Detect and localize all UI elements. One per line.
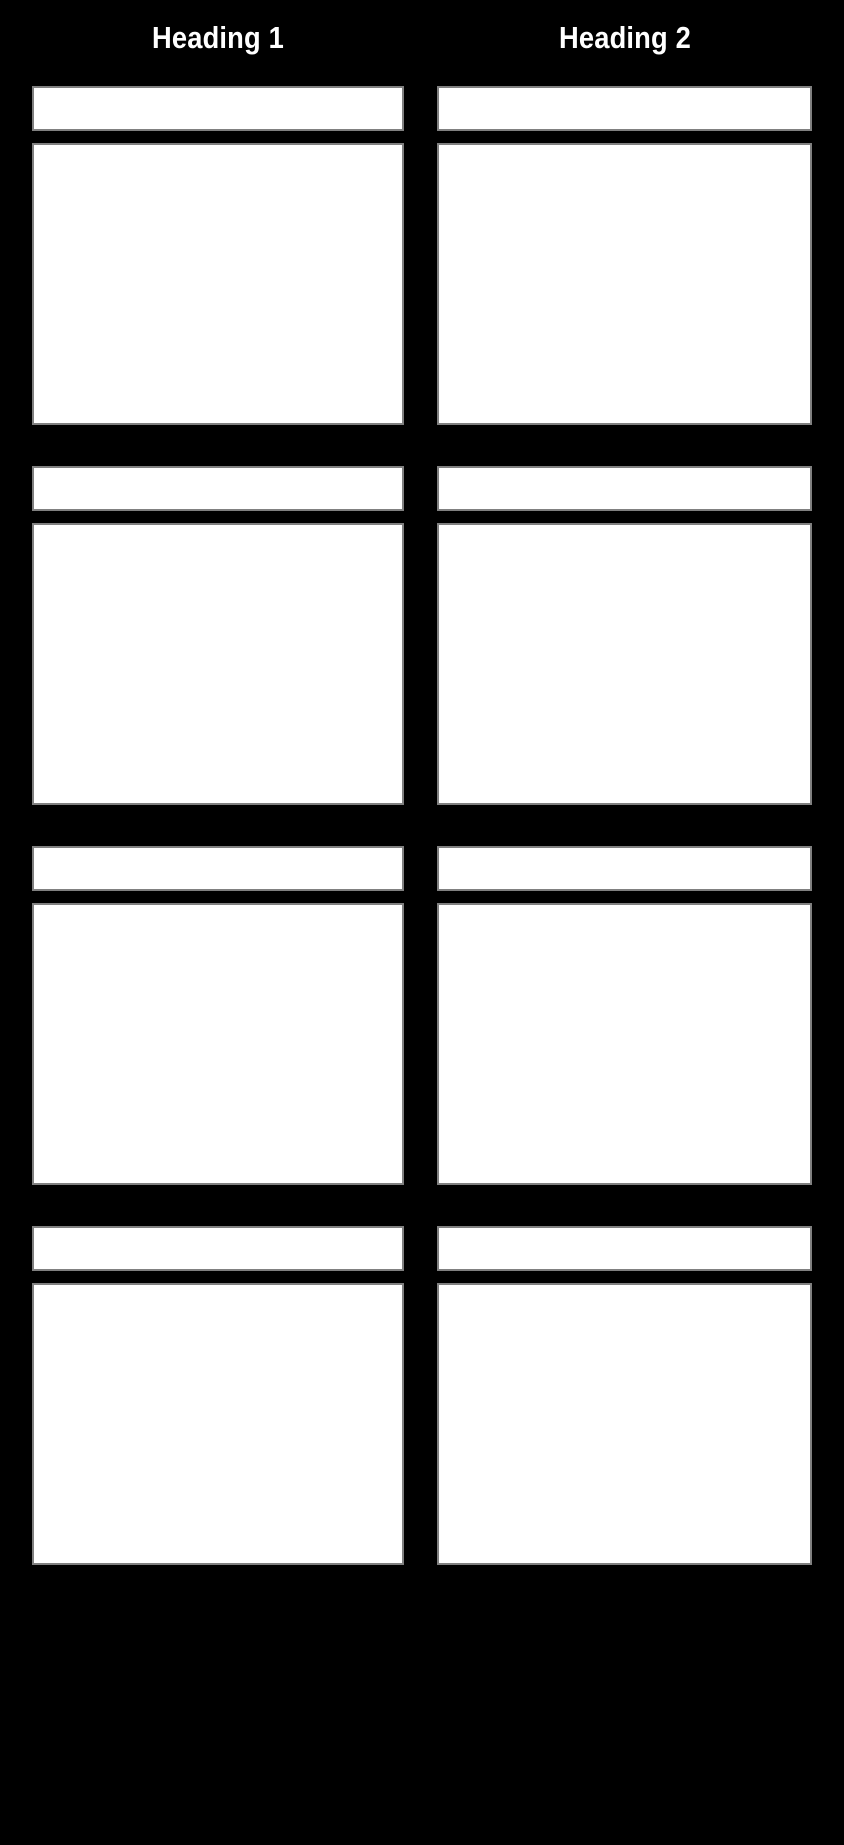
column-gap [404, 846, 437, 1185]
column-gap [404, 86, 437, 425]
cell-content-box-r2c2[interactable] [437, 523, 812, 805]
cell-content-text-r2c1[interactable] [34, 525, 402, 537]
column-heading-gap [404, 0, 437, 76]
storyboard-template: Heading 1 Heading 2 [0, 0, 844, 1845]
column-gap [404, 1226, 437, 1565]
storyboard-row [32, 846, 812, 1185]
storyboard-cell-r4c1[interactable] [32, 1226, 404, 1565]
cell-content-text-r1c1[interactable] [34, 145, 402, 157]
storyboard-grid [32, 86, 812, 1565]
cell-title-box-r3c2[interactable] [437, 846, 812, 891]
cell-title-text-r3c1[interactable] [34, 848, 402, 856]
storyboard-row [32, 1226, 812, 1565]
cell-content-text-r2c2[interactable] [439, 525, 810, 537]
cell-content-text-r3c2[interactable] [439, 905, 810, 917]
cell-title-text-r4c2[interactable] [439, 1228, 810, 1236]
column-heading-1-label: Heading 1 [152, 20, 284, 55]
cell-content-box-r4c1[interactable] [32, 1283, 404, 1565]
cell-title-text-r1c1[interactable] [34, 88, 402, 96]
column-heading-2-label: Heading 2 [558, 20, 691, 55]
cell-content-box-r3c2[interactable] [437, 903, 812, 1185]
storyboard-cell-r1c2[interactable] [437, 86, 812, 425]
cell-title-text-r2c2[interactable] [439, 468, 810, 476]
cell-content-box-r1c1[interactable] [32, 143, 404, 425]
column-gap [404, 466, 437, 805]
cell-title-box-r2c1[interactable] [32, 466, 404, 511]
column-heading-2: Heading 2 [437, 0, 812, 76]
cell-content-box-r1c2[interactable] [437, 143, 812, 425]
cell-content-box-r4c2[interactable] [437, 1283, 812, 1565]
storyboard-cell-r2c2[interactable] [437, 466, 812, 805]
storyboard-row [32, 86, 812, 425]
column-heading-1: Heading 1 [32, 0, 404, 76]
cell-content-text-r4c2[interactable] [439, 1285, 810, 1297]
cell-title-box-r4c2[interactable] [437, 1226, 812, 1271]
cell-content-box-r3c1[interactable] [32, 903, 404, 1185]
column-headings-row: Heading 1 Heading 2 [32, 0, 812, 76]
cell-title-box-r1c2[interactable] [437, 86, 812, 131]
storyboard-cell-r1c1[interactable] [32, 86, 404, 425]
cell-title-box-r3c1[interactable] [32, 846, 404, 891]
cell-content-text-r3c1[interactable] [34, 905, 402, 917]
cell-title-box-r4c1[interactable] [32, 1226, 404, 1271]
storyboard-cell-r4c2[interactable] [437, 1226, 812, 1565]
cell-title-text-r2c1[interactable] [34, 468, 402, 476]
cell-title-text-r1c2[interactable] [439, 88, 810, 96]
cell-title-text-r4c1[interactable] [34, 1228, 402, 1236]
cell-content-box-r2c1[interactable] [32, 523, 404, 805]
storyboard-row [32, 466, 812, 805]
cell-title-box-r1c1[interactable] [32, 86, 404, 131]
cell-title-box-r2c2[interactable] [437, 466, 812, 511]
cell-title-text-r3c2[interactable] [439, 848, 810, 856]
cell-content-text-r4c1[interactable] [34, 1285, 402, 1297]
storyboard-cell-r3c1[interactable] [32, 846, 404, 1185]
storyboard-cell-r2c1[interactable] [32, 466, 404, 805]
storyboard-cell-r3c2[interactable] [437, 846, 812, 1185]
cell-content-text-r1c2[interactable] [439, 145, 810, 157]
